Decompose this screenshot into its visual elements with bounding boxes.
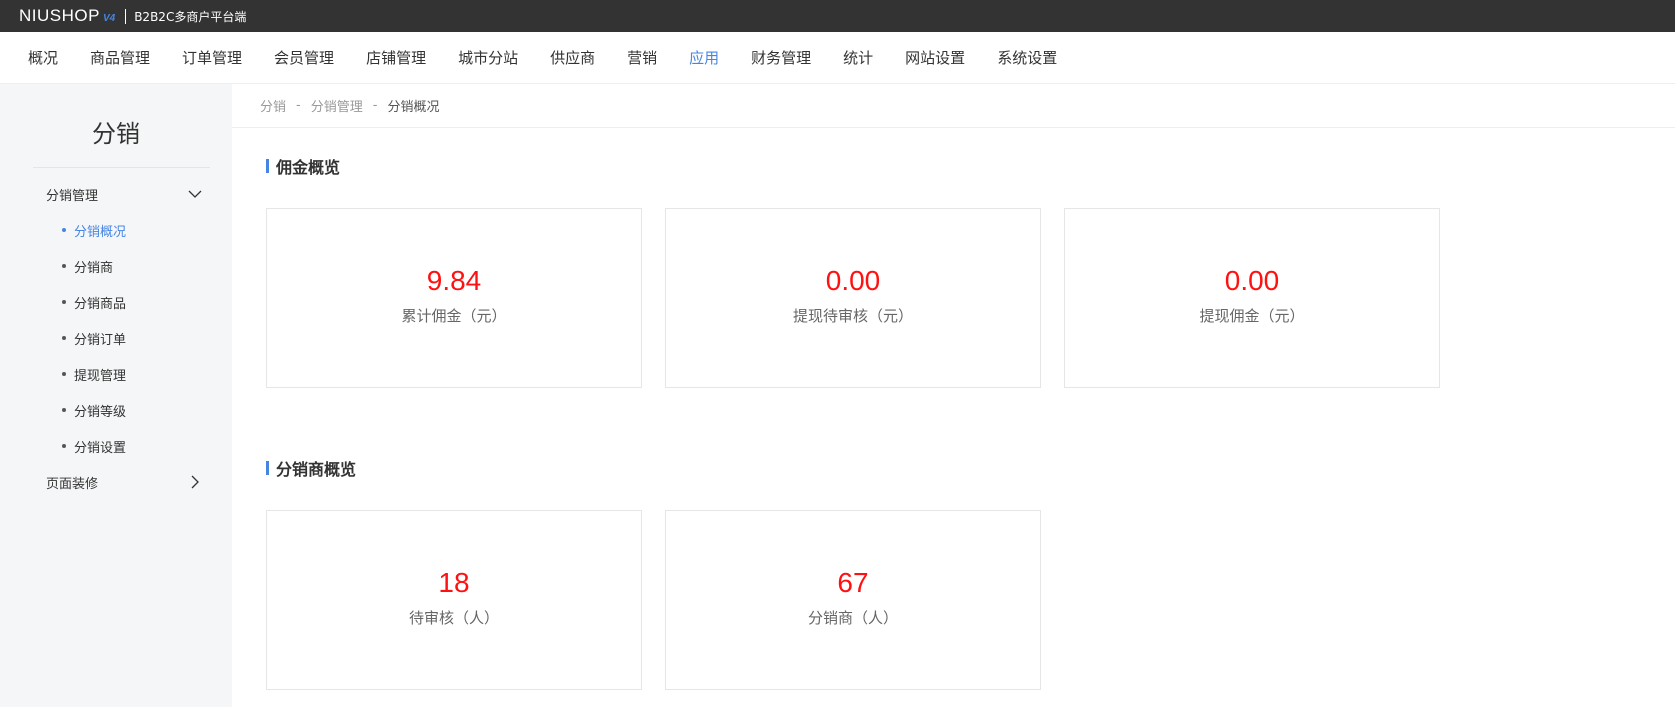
breadcrumb: 分销 - 分销管理 - 分销概况 — [232, 84, 1675, 128]
section-title-commission: 佣金概览 — [266, 154, 1675, 178]
stat-card-total-commission: 9.84 累计佣金（元） — [266, 208, 642, 388]
stat-card-pending-withdrawal: 0.00 提现待审核（元） — [665, 208, 1041, 388]
sidebar-item-distributors[interactable]: 分销商 — [0, 248, 232, 284]
section-marker — [266, 461, 269, 475]
sidebar-group-label: 分销管理 — [46, 188, 99, 204]
commission-cards: 9.84 累计佣金（元） 0.00 提现待审核（元） 0.00 提现佣金（元） — [266, 208, 1675, 388]
sidebar-item-distribution-settings[interactable]: 分销设置 — [0, 428, 232, 464]
stat-card-distributor-count: 67 分销商（人） — [665, 510, 1041, 690]
sidebar-item-withdrawal-management[interactable]: 提现管理 — [0, 356, 232, 392]
nav-item-finance[interactable]: 财务管理 — [751, 47, 811, 68]
stat-value: 0.00 — [1224, 264, 1280, 296]
nav-item-apps[interactable]: 应用 — [689, 47, 719, 68]
stat-value: 9.84 — [426, 264, 482, 296]
sidebar-item-label: 分销等级 — [74, 404, 127, 420]
logo-text: NIUSHOP — [19, 6, 100, 25]
bullet-icon — [62, 372, 66, 376]
sidebar-submenu: 分销概况 分销商 分销商品 分销订单 提现管理 分销等级 分销设置 — [0, 212, 232, 464]
nav-item-members[interactable]: 会员管理 — [274, 47, 334, 68]
sidebar-item-label: 分销商品 — [74, 296, 127, 312]
logo-version: V4 — [102, 13, 116, 24]
bullet-icon — [62, 408, 66, 412]
stat-label: 累计佣金（元） — [401, 306, 507, 325]
sidebar-divider — [33, 167, 210, 168]
stat-label: 提现待审核（元） — [792, 306, 913, 325]
section-title-text: 分销商概览 — [276, 460, 357, 479]
sidebar-item-distribution-overview[interactable]: 分销概况 — [0, 212, 232, 248]
bullet-icon — [62, 228, 66, 232]
sidebar-item-label: 分销订单 — [74, 332, 127, 348]
bullet-icon — [62, 444, 66, 448]
section-title-distributors: 分销商概览 — [266, 456, 1675, 480]
sidebar-item-distribution-levels[interactable]: 分销等级 — [0, 392, 232, 428]
bullet-icon — [62, 264, 66, 268]
nav-item-city-stations[interactable]: 城市分站 — [458, 47, 518, 68]
sidebar-item-distribution-orders[interactable]: 分销订单 — [0, 320, 232, 356]
sidebar-group-distribution-management[interactable]: 分销管理 — [0, 176, 232, 212]
sidebar-item-label: 提现管理 — [74, 368, 127, 384]
platform-label: B2B2C多商户平台端 — [134, 9, 247, 24]
chevron-right-icon — [191, 475, 199, 489]
breadcrumb-item[interactable]: 分销 — [260, 96, 286, 115]
stat-value: 67 — [837, 566, 869, 598]
nav-item-system-settings[interactable]: 系统设置 — [997, 47, 1057, 68]
main-content: 分销 - 分销管理 - 分销概况 佣金概览 9.84 累计佣金（元） 0.00 … — [232, 84, 1675, 707]
breadcrumb-separator: - — [372, 98, 378, 113]
sidebar-group-page-decoration[interactable]: 页面装修 — [0, 464, 232, 500]
stat-value: 0.00 — [825, 264, 881, 296]
stat-label: 待审核（人） — [408, 608, 499, 627]
nav-item-overview[interactable]: 概况 — [28, 47, 58, 68]
logo-divider — [125, 8, 127, 24]
sidebar-title: 分销 — [92, 120, 140, 148]
nav-item-marketing[interactable]: 营销 — [627, 47, 657, 68]
bullet-icon — [62, 336, 66, 340]
chevron-down-icon — [188, 190, 202, 198]
stat-label: 分销商（人） — [807, 608, 898, 627]
sidebar-item-distribution-goods[interactable]: 分销商品 — [0, 284, 232, 320]
section-title-text: 佣金概览 — [276, 158, 341, 177]
logo[interactable]: NIUSHOP V4 — [19, 6, 115, 26]
nav-item-site-settings[interactable]: 网站设置 — [905, 47, 965, 68]
stat-label: 提现佣金（元） — [1199, 306, 1305, 325]
sidebar: 分销 分销管理 分销概况 分销商 分销商品 分销订单 提现管理 分销等级 分销设… — [0, 84, 232, 707]
nav-item-shops[interactable]: 店铺管理 — [366, 47, 426, 68]
section-marker — [266, 159, 269, 173]
nav-item-statistics[interactable]: 统计 — [843, 47, 873, 68]
stat-card-withdrawn-commission: 0.00 提现佣金（元） — [1064, 208, 1440, 388]
stat-value: 18 — [438, 566, 470, 598]
breadcrumb-current: 分销概况 — [387, 100, 440, 115]
nav-item-suppliers[interactable]: 供应商 — [550, 47, 595, 68]
sidebar-item-label: 分销概况 — [74, 224, 127, 240]
stat-card-pending-review: 18 待审核（人） — [266, 510, 642, 690]
bullet-icon — [62, 300, 66, 304]
nav-item-orders[interactable]: 订单管理 — [182, 47, 242, 68]
sidebar-group-label: 页面装修 — [46, 476, 99, 492]
breadcrumb-item[interactable]: 分销管理 — [311, 96, 363, 115]
sidebar-item-label: 分销设置 — [74, 440, 127, 456]
main-nav: 概况 商品管理 订单管理 会员管理 店铺管理 城市分站 供应商 营销 应用 财务… — [0, 32, 1675, 84]
breadcrumb-separator: - — [296, 98, 301, 113]
distributor-cards: 18 待审核（人） 67 分销商（人） — [266, 510, 1675, 690]
top-bar: NIUSHOP V4 B2B2C多商户平台端 — [0, 0, 1675, 32]
sidebar-item-label: 分销商 — [74, 260, 114, 276]
nav-item-goods[interactable]: 商品管理 — [90, 47, 150, 68]
